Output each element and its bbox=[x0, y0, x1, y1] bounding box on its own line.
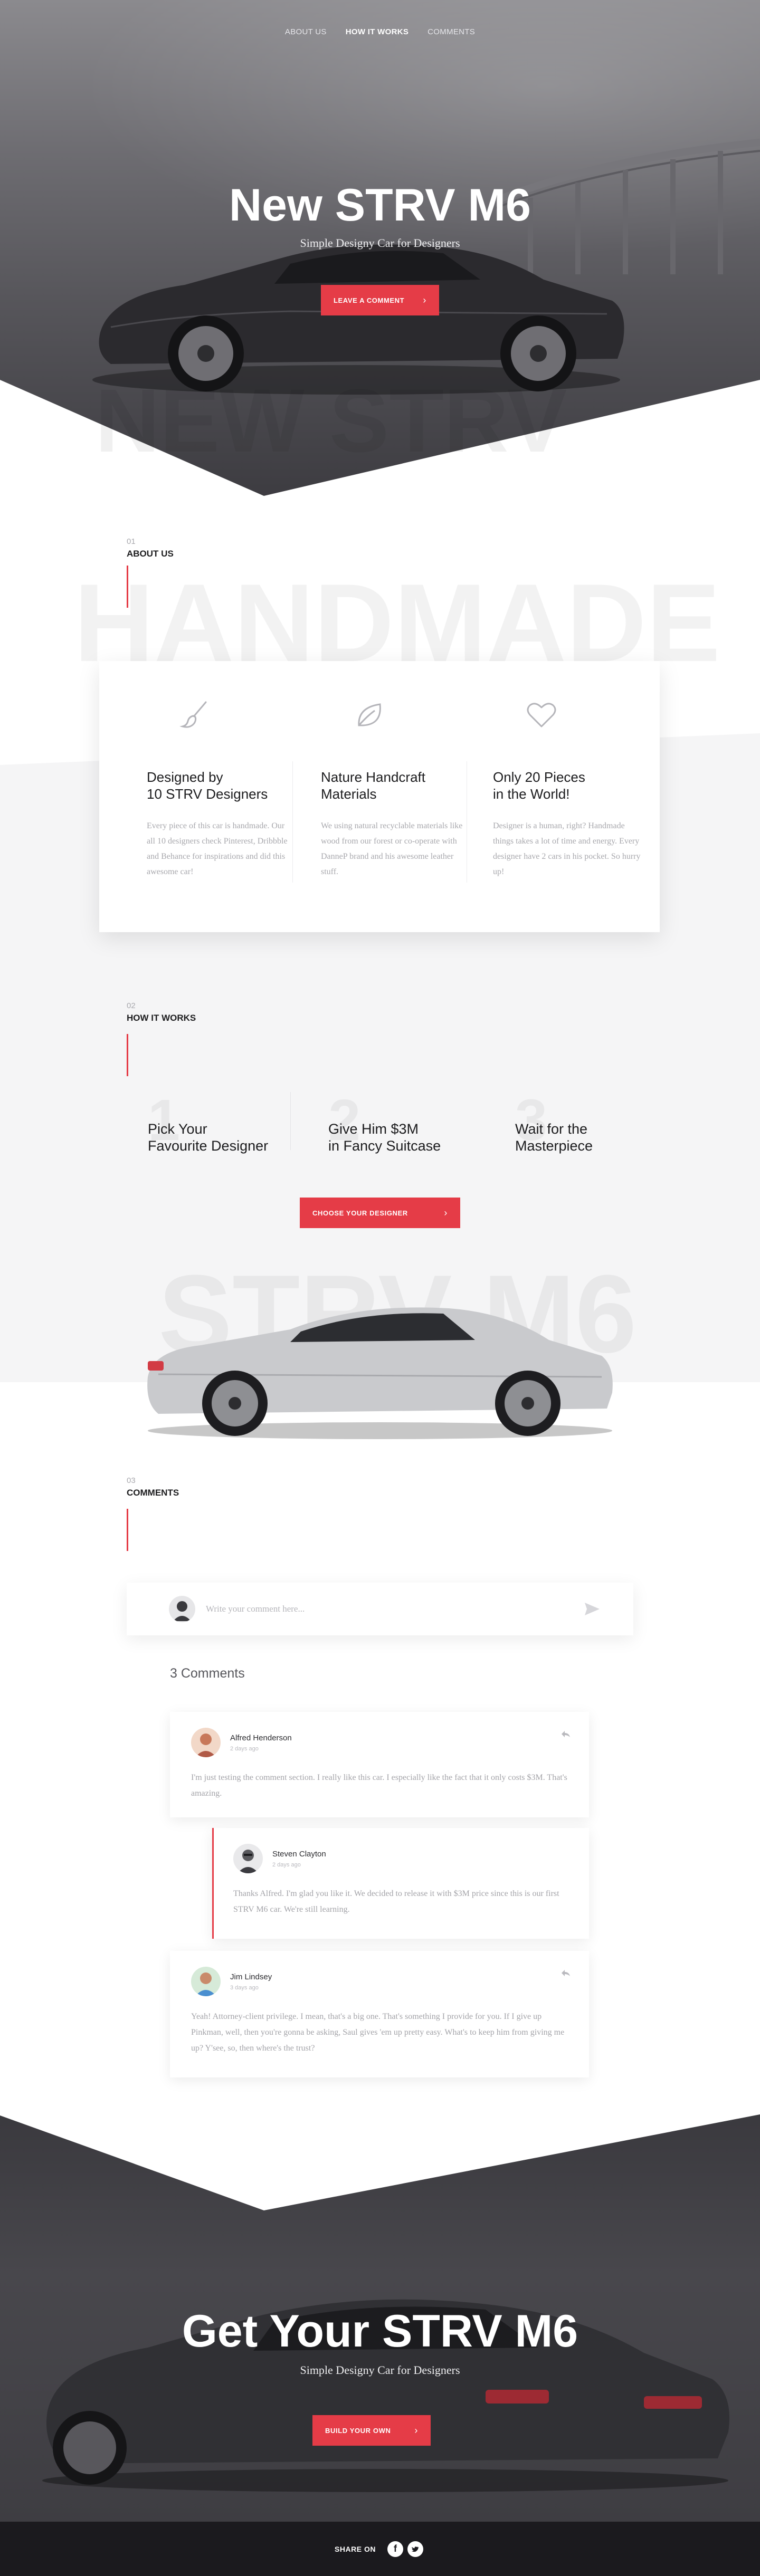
comment-item: Jim Lindsey 3 days ago Yeah! Attorney-cl… bbox=[170, 1951, 589, 2077]
comment-author: Alfred Henderson bbox=[230, 1733, 292, 1742]
comment-text: Yeah! Attorney-client privilege. I mean,… bbox=[191, 2012, 565, 2053]
comment-time: 3 days ago bbox=[230, 1984, 259, 1991]
comment-item: Alfred Henderson 2 days ago I'm just tes… bbox=[170, 1712, 589, 1817]
comments-section-number: 03 bbox=[127, 1476, 136, 1485]
side-car-image bbox=[147, 1307, 613, 1439]
feature-materials: Nature Handcraft Materials We using natu… bbox=[321, 698, 469, 879]
step-2: 2 Give Him $3M in Fancy Suitcase bbox=[328, 1088, 441, 1154]
feature-divider bbox=[292, 761, 293, 883]
reply-accent-bar bbox=[212, 1828, 214, 1939]
comment-time: 2 days ago bbox=[230, 1745, 259, 1752]
about-section-number: 01 bbox=[127, 537, 136, 546]
facebook-icon[interactable]: f bbox=[387, 2541, 403, 2557]
avatar bbox=[233, 1844, 263, 1873]
comment-header: Steven Clayton 2 days ago bbox=[233, 1844, 326, 1873]
cta-section: Get Your STRV M6 Simple Designy Car for … bbox=[0, 2110, 760, 2522]
comment-author: Steven Clayton bbox=[272, 1849, 326, 1859]
comment-reply-item: Steven Clayton 2 days ago Thanks Alfred.… bbox=[212, 1828, 589, 1939]
how-section-label: HOW IT WORKS bbox=[127, 1013, 196, 1023]
cta-title: Get Your STRV M6 bbox=[182, 2306, 578, 2357]
comments-section-label: COMMENTS bbox=[127, 1488, 179, 1498]
heart-icon bbox=[527, 703, 556, 727]
reply-icon[interactable] bbox=[560, 1730, 571, 1738]
choose-designer-label: CHOOSE YOUR DESIGNER bbox=[312, 1209, 408, 1217]
comment-time: 2 days ago bbox=[272, 1861, 301, 1868]
step-3: 3 Wait for the Masterpiece bbox=[515, 1088, 593, 1154]
feature-designers: Designed by 10 STRV Designers Every piec… bbox=[147, 698, 294, 879]
cta-subtitle: Simple Designy Car for Designers bbox=[300, 2363, 460, 2377]
about-section-label: ABOUT US bbox=[127, 549, 174, 559]
share-label: SHARE ON bbox=[335, 2544, 376, 2553]
feature-limited: Only 20 Pieces in the World! Designer is… bbox=[493, 698, 641, 879]
side-car-wheel-front bbox=[495, 1371, 560, 1436]
leaf-icon bbox=[358, 703, 381, 726]
feature-title: Only 20 Pieces in the World! bbox=[493, 769, 585, 802]
ghost-text-new-strv: NEW STRV bbox=[95, 371, 567, 471]
about-features-card: Designed by 10 STRV Designers Every piec… bbox=[99, 661, 660, 932]
twitter-icon[interactable] bbox=[407, 2541, 423, 2557]
comment-author: Jim Lindsey bbox=[230, 1972, 272, 1981]
cta-car-wheel bbox=[53, 2411, 127, 2485]
step-title: Pick Your Favourite Designer bbox=[148, 1121, 269, 1154]
send-icon[interactable] bbox=[583, 1600, 602, 1619]
choose-designer-button[interactable]: CHOOSE YOUR DESIGNER › bbox=[300, 1198, 460, 1228]
user-avatar bbox=[169, 1596, 195, 1622]
comment-header: Alfred Henderson 2 days ago bbox=[191, 1728, 292, 1757]
comment-text: I'm just testing the comment section. I … bbox=[191, 1773, 567, 1798]
build-your-own-button[interactable]: BUILD YOUR OWN › bbox=[312, 2415, 431, 2446]
reply-icon[interactable] bbox=[560, 1969, 571, 1977]
build-your-own-label: BUILD YOUR OWN bbox=[325, 2426, 391, 2435]
comment-header: Jim Lindsey 3 days ago bbox=[191, 1967, 272, 1996]
comment-input-box: Write your comment here... bbox=[127, 1583, 633, 1635]
chevron-right-icon: › bbox=[444, 1207, 448, 1218]
side-car-wheel-rear bbox=[202, 1371, 268, 1436]
comments-accent-bar bbox=[127, 1509, 128, 1551]
how-section-number: 02 bbox=[127, 1001, 136, 1010]
brush-icon bbox=[179, 701, 207, 728]
cta-white-chevron bbox=[0, 2110, 760, 2210]
how-accent-bar bbox=[127, 1034, 128, 1076]
chevron-right-icon: › bbox=[414, 2425, 418, 2436]
step-title: Give Him $3M in Fancy Suitcase bbox=[328, 1121, 441, 1154]
feature-text: Every piece of this car is handmade. Our… bbox=[147, 821, 288, 876]
footer: SHARE ON f bbox=[0, 2522, 760, 2576]
avatar bbox=[191, 1728, 221, 1757]
avatar bbox=[191, 1967, 221, 1996]
step-divider bbox=[290, 1092, 291, 1150]
feature-text: Designer is a human, right? Handmade thi… bbox=[493, 821, 641, 876]
feature-title: Nature Handcraft Materials bbox=[321, 769, 425, 802]
comment-input-field[interactable]: Write your comment here... bbox=[206, 1604, 583, 1614]
feature-title: Designed by 10 STRV Designers bbox=[147, 769, 268, 802]
feature-text: We using natural recyclable materials li… bbox=[321, 821, 463, 876]
comment-text: Thanks Alfred. I'm glad you like it. We … bbox=[233, 1889, 559, 1914]
step-1: 1 Pick Your Favourite Designer bbox=[148, 1088, 268, 1154]
comments-count: 3 Comments bbox=[170, 1666, 245, 1681]
step-title: Wait for the Masterpiece bbox=[515, 1121, 593, 1154]
